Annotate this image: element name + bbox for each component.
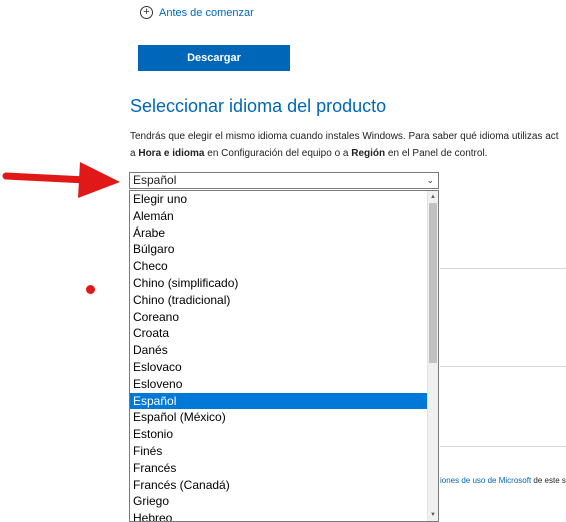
language-option[interactable]: Español xyxy=(130,392,438,410)
language-option[interactable]: Danés xyxy=(130,342,438,359)
language-select-value: Español xyxy=(133,173,177,187)
scroll-up-arrow-icon[interactable]: ▲ xyxy=(428,192,438,202)
options-container: Elegir uno Alemán Árabe Búlgaro Checo Chino (… xyxy=(130,191,438,521)
before-start-label: Antes de comenzar xyxy=(159,6,254,19)
desc-bold-time-language: Hora e idioma xyxy=(138,148,205,159)
language-option[interactable]: Esloveno xyxy=(130,376,438,393)
section-description: Tendrás que elegir el mismo idioma cuand… xyxy=(130,128,566,162)
red-dot-annotation xyxy=(86,285,95,294)
terms-after: de este s xyxy=(531,476,566,485)
language-option[interactable]: Hebreo xyxy=(130,510,438,521)
desc-bold-region: Región xyxy=(351,148,386,159)
language-option[interactable]: Coreano xyxy=(130,309,438,326)
language-option[interactable]: Búlgaro xyxy=(130,241,438,258)
language-option[interactable]: Alemán xyxy=(130,208,438,225)
language-option[interactable]: Chino (simplificado) xyxy=(130,275,438,292)
terms-link[interactable]: iones de uso de Microsoft xyxy=(440,476,531,485)
plus-icon: + xyxy=(140,6,153,19)
language-option[interactable]: Checo xyxy=(130,258,438,275)
desc-text-b: en Configuración del equipo o a xyxy=(204,148,352,159)
language-option[interactable]: Chino (tradicional) xyxy=(130,292,438,309)
language-dropdown-list[interactable]: Elegir uno Alemán Árabe Búlgaro Checo Chino (… xyxy=(129,190,439,522)
divider xyxy=(440,268,566,269)
language-option[interactable]: Francés (Canadá) xyxy=(130,477,438,494)
divider xyxy=(440,446,566,447)
before-start-link[interactable]: + Antes de comenzar xyxy=(140,6,254,19)
language-option[interactable]: Árabe xyxy=(130,225,438,242)
language-option[interactable]: Eslovaco xyxy=(130,359,438,376)
divider xyxy=(440,366,566,367)
language-option[interactable]: Croata xyxy=(130,325,438,342)
language-option[interactable]: Estonio xyxy=(130,426,438,443)
language-option[interactable]: Francés xyxy=(130,460,438,477)
scroll-down-arrow-icon[interactable]: ▼ xyxy=(428,510,438,520)
language-select[interactable]: Español ⌄ xyxy=(129,172,439,189)
scroll-thumb[interactable] xyxy=(429,203,437,363)
download-button[interactable]: Descargar xyxy=(138,45,290,71)
language-option[interactable]: Elegir uno xyxy=(130,191,438,208)
dropdown-scrollbar[interactable]: ▲ ▼ xyxy=(427,191,438,521)
description-line-2: a Hora e idioma en Configuración del equ… xyxy=(130,145,566,162)
language-option[interactable]: Griego xyxy=(130,493,438,510)
red-arrow-annotation xyxy=(2,162,120,198)
terms-text: iones de uso de Microsoft de este s xyxy=(440,476,566,485)
language-option[interactable]: Finés xyxy=(130,443,438,460)
desc-text-c: en el Panel de control. xyxy=(385,148,488,159)
chevron-down-icon: ⌄ xyxy=(426,175,434,185)
description-line-1: Tendrás que elegir el mismo idioma cuand… xyxy=(130,131,559,142)
language-option[interactable]: Español (México) xyxy=(130,409,438,426)
section-title: Seleccionar idioma del producto xyxy=(130,96,387,116)
